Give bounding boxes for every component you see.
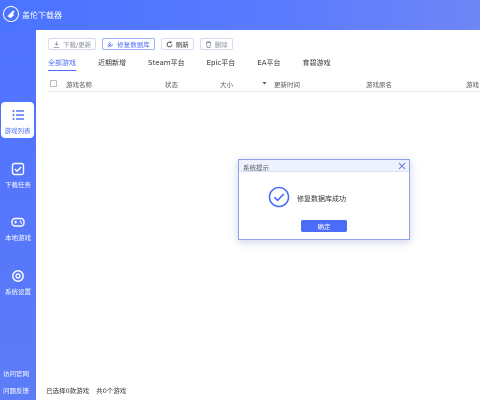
sidebar-item-game-list[interactable]: 游戏列表 [1, 102, 34, 138]
sidebar-item-download-tasks[interactable]: 下载任务 [0, 156, 36, 192]
tab-all-games[interactable]: 全部游戏 [48, 57, 76, 71]
wrench-icon [107, 41, 113, 47]
select-all-checkbox[interactable] [50, 80, 57, 87]
dialog-message: 修复数据库成功 [297, 195, 346, 203]
close-icon[interactable] [398, 162, 406, 170]
title-bar: 盖伦下载器 [0, 0, 480, 30]
sidebar-item-label: 游戏列表 [4, 127, 31, 135]
column-header-status[interactable]: 状态 [165, 79, 178, 89]
gear-icon [12, 270, 24, 282]
list-icon [12, 110, 24, 120]
column-header-size[interactable]: 大小 [220, 79, 233, 89]
tab-steam[interactable]: Steam平台 [148, 57, 185, 71]
sort-caret-icon[interactable] [261, 79, 268, 87]
dialog-header: 系统提示 [239, 160, 409, 172]
sidebar-item-label: 系统设置 [5, 288, 31, 296]
refresh-icon [166, 40, 173, 47]
sidebar-item-label: 本地游戏 [5, 234, 31, 242]
trash-icon [205, 40, 211, 48]
gamepad-icon [11, 217, 25, 227]
selected-count: 已选择0款游戏 [46, 387, 90, 395]
sidebar-item-local-games[interactable]: 本地游戏 [0, 209, 36, 245]
system-prompt-dialog: 系统提示 修复数据库成功 确定 [238, 159, 410, 240]
app-logo-icon [3, 6, 19, 22]
sidebar: 游戏列表 下载任务 本地游戏 系统设置 访问官网 问题反馈 [0, 30, 36, 400]
column-header-name[interactable]: 游戏名称 [66, 79, 92, 89]
status-bar: 已选择0款游戏 共0个游戏 [46, 385, 126, 395]
refresh-button[interactable]: 刷新 [160, 38, 194, 50]
download-update-button[interactable]: 下载/更新 [48, 38, 97, 50]
confirm-button[interactable]: 确定 [301, 220, 347, 232]
sidebar-item-label: 下载任务 [5, 181, 31, 189]
delete-button[interactable]: 删除 [199, 38, 233, 50]
repair-database-button[interactable]: 修复数据库 [102, 38, 155, 50]
download-task-icon [11, 162, 25, 176]
download-icon [53, 40, 60, 48]
feedback-link[interactable]: 问题反馈 [3, 385, 29, 395]
tab-ea[interactable]: EA平台 [257, 57, 280, 71]
tab-recent[interactable]: 近期新增 [98, 57, 126, 71]
tab-epic[interactable]: Epic平台 [207, 57, 236, 71]
success-check-icon [268, 186, 290, 208]
platform-tabs: 全部游戏 近期新增 Steam平台 Epic平台 EA平台 育碧游戏 [48, 57, 353, 71]
table-header: 游戏名称 状态 大小 更新时间 游戏原名 游戏 [48, 75, 480, 92]
sidebar-item-settings[interactable]: 系统设置 [0, 263, 36, 299]
column-header-updated[interactable]: 更新时间 [274, 79, 300, 89]
visit-website-link[interactable]: 访问官网 [3, 368, 29, 378]
tab-ubisoft[interactable]: 育碧游戏 [303, 57, 331, 71]
total-count: 共0个游戏 [96, 387, 127, 395]
app-title: 盖伦下载器 [22, 11, 62, 20]
toolbar: 下载/更新 修复数据库 刷新 删除 [48, 38, 233, 50]
dialog-title: 系统提示 [243, 164, 269, 172]
column-header-original-name[interactable]: 游戏原名 [366, 79, 392, 89]
column-header-game[interactable]: 游戏 [466, 79, 479, 89]
